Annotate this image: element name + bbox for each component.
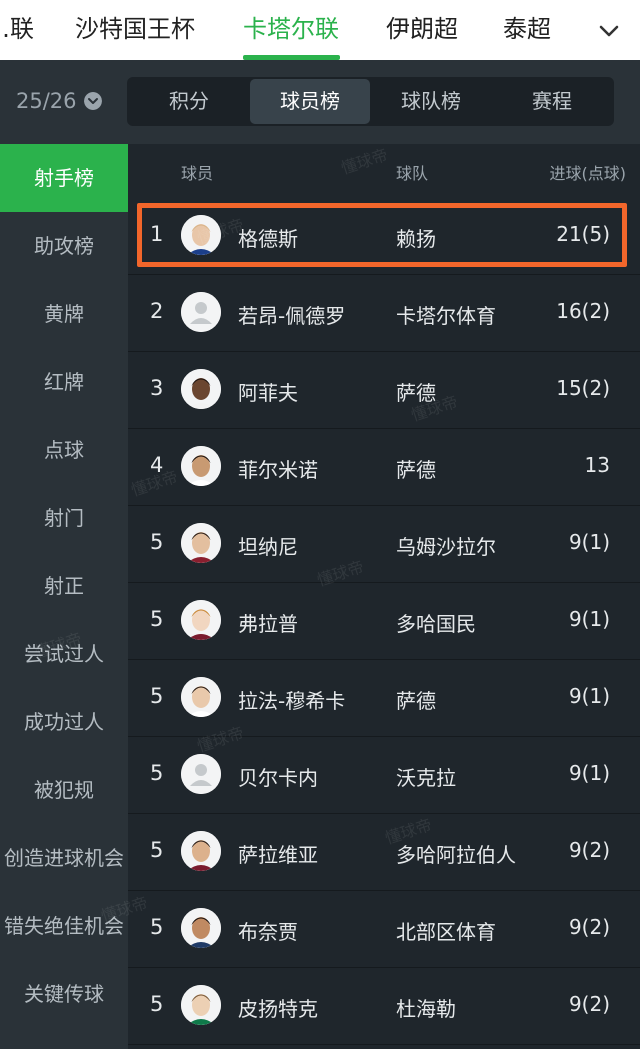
season-selector[interactable]: 25/26 [16,89,77,113]
player-name[interactable]: 布奈贾 [238,916,298,945]
segment-schedule[interactable]: 赛程 [492,79,612,124]
team-name[interactable]: 北部区体育 [396,916,496,945]
rank-number: 3 [150,376,164,400]
player-avatar[interactable] [181,985,221,1025]
player-name[interactable]: 菲尔米诺 [238,454,318,483]
sidebar-item-penalties[interactable]: 点球 [0,416,128,484]
chevron-down-icon[interactable] [84,92,102,110]
sidebar-item-big-chances-missed[interactable]: 错失绝佳机会 [0,892,128,960]
table-row[interactable]: 5 皮扬特克 杜海勒 9(2) [128,968,640,1045]
sidebar-item-fouled[interactable]: 被犯规 [0,756,128,824]
column-header-player: 球员 [181,164,214,183]
rank-number: 2 [150,299,164,323]
player-avatar[interactable] [181,369,221,409]
goals-value: 9(2) [568,915,610,939]
player-avatar[interactable] [181,215,221,255]
player-name[interactable]: 皮扬特克 [238,993,318,1022]
league-tab-thai-league[interactable]: 泰超 [503,0,551,60]
rank-number: 4 [150,453,164,477]
goals-value: 13 [584,453,610,477]
player-avatar[interactable] [181,446,221,486]
league-tab-iran-pro-league[interactable]: 伊朗超 [386,0,458,60]
team-name[interactable]: 卡塔尔体育 [396,300,496,329]
table-row[interactable]: 5 布奈贾 北部区体育 9(2) [128,891,640,968]
sidebar-item-red-cards[interactable]: 红牌 [0,348,128,416]
table-row[interactable]: 5 贝尔卡内 沃克拉 9(1) [128,737,640,814]
team-name[interactable]: 赖扬 [396,223,436,252]
rank-number: 5 [150,607,164,631]
table-row[interactable]: 5 拉法-穆希卡 萨德 9(1) [128,660,640,737]
league-tab-bar: …联 沙特国王杯 卡塔尔联 伊朗超 泰超 [0,0,640,60]
rank-number: 5 [150,761,164,785]
sidebar-item-key-passes[interactable]: 关键传球 [0,960,128,1028]
stat-category-sidebar: 射手榜 助攻榜 黄牌 红牌 点球 射门 射正 尝试过人 成功过人 被犯规 创造进… [0,144,128,1049]
rank-number: 5 [150,684,164,708]
player-name[interactable]: 格德斯 [238,223,298,252]
rank-number: 5 [150,838,164,862]
goals-value: 9(2) [568,838,610,862]
table-row[interactable]: 2 若昂-佩德罗 卡塔尔体育 16(2) [128,275,640,352]
table-row[interactable]: 5 坦纳尼 乌姆沙拉尔 9(1) [128,506,640,583]
top-scorers-table: 球员 球队 进球(点球) 1 格德斯 赖扬 21(5) 2 若昂-佩德罗 卡塔尔体育 16(2… [128,144,640,1049]
sidebar-item-top-scorers[interactable]: 射手榜 [0,144,128,212]
rank-number: 1 [150,222,164,246]
default-avatar-icon[interactable] [181,292,221,332]
player-name[interactable]: 萨拉维亚 [238,839,318,868]
rank-number: 5 [150,915,164,939]
goals-value: 9(1) [568,530,610,554]
league-tab-partial[interactable]: …联 [0,0,34,60]
sidebar-item-assists[interactable]: 助攻榜 [0,212,128,280]
table-row[interactable]: 4 菲尔米诺 萨德 13 [128,429,640,506]
goals-value: 15(2) [556,376,610,400]
player-name[interactable]: 阿菲夫 [238,377,298,406]
table-row[interactable]: 1 格德斯 赖扬 21(5) [128,198,640,275]
default-avatar-icon[interactable] [181,754,221,794]
player-name[interactable]: 坦纳尼 [238,531,298,560]
team-name[interactable]: 多哈阿拉伯人 [396,839,516,868]
team-name[interactable]: 多哈国民 [396,608,476,637]
player-avatar[interactable] [181,831,221,871]
goals-value: 9(1) [568,607,610,631]
rank-number: 5 [150,992,164,1016]
goals-value: 9(1) [568,684,610,708]
player-name[interactable]: 拉法-穆希卡 [238,685,345,714]
table-row[interactable]: 3 阿菲夫 萨德 15(2) [128,352,640,429]
team-name[interactable]: 萨德 [396,685,436,714]
sidebar-item-dribbles-attempted[interactable]: 尝试过人 [0,620,128,688]
player-name[interactable]: 弗拉普 [238,608,298,637]
league-tab-saudi-kings-cup[interactable]: 沙特国王杯 [75,0,195,60]
segment-standings[interactable]: 积分 [129,79,249,124]
column-header-goals: 进球(点球) [549,164,627,183]
goals-value: 21(5) [556,222,610,246]
player-name[interactable]: 若昂-佩德罗 [238,300,345,329]
player-avatar[interactable] [181,677,221,717]
sidebar-item-chances-created[interactable]: 创造进球机会 [0,824,128,892]
sidebar-item-yellow-cards[interactable]: 黄牌 [0,280,128,348]
goals-value: 16(2) [556,299,610,323]
player-avatar[interactable] [181,908,221,948]
team-name[interactable]: 沃克拉 [396,762,456,791]
segment-team-rankings[interactable]: 球队榜 [371,79,491,124]
player-name[interactable]: 贝尔卡内 [238,762,318,791]
table-row[interactable]: 5 萨拉维亚 多哈阿拉伯人 9(2) [128,814,640,891]
sidebar-item-dribbles-completed[interactable]: 成功过人 [0,688,128,756]
team-name[interactable]: 萨德 [396,454,436,483]
rank-number: 5 [150,530,164,554]
goals-value: 9(2) [568,992,610,1016]
sidebar-item-shots-on-target[interactable]: 射正 [0,552,128,620]
table-row[interactable]: 5 弗拉普 多哈国民 9(1) [128,583,640,660]
app-root: …联 沙特国王杯 卡塔尔联 伊朗超 泰超 25/26 积分 球员榜 球队榜 赛程… [0,0,640,1049]
team-name[interactable]: 萨德 [396,377,436,406]
team-name[interactable]: 杜海勒 [396,993,456,1022]
chevron-down-icon[interactable] [596,18,622,44]
player-avatar[interactable] [181,523,221,563]
player-avatar[interactable] [181,600,221,640]
goals-value: 9(1) [568,761,610,785]
table-header: 球员 球队 进球(点球) [128,144,640,198]
team-name[interactable]: 乌姆沙拉尔 [396,531,496,560]
league-tab-qatar-league[interactable]: 卡塔尔联 [243,0,339,60]
column-header-team: 球队 [396,164,429,183]
segment-player-rankings[interactable]: 球员榜 [250,79,370,124]
sidebar-item-shots[interactable]: 射门 [0,484,128,552]
